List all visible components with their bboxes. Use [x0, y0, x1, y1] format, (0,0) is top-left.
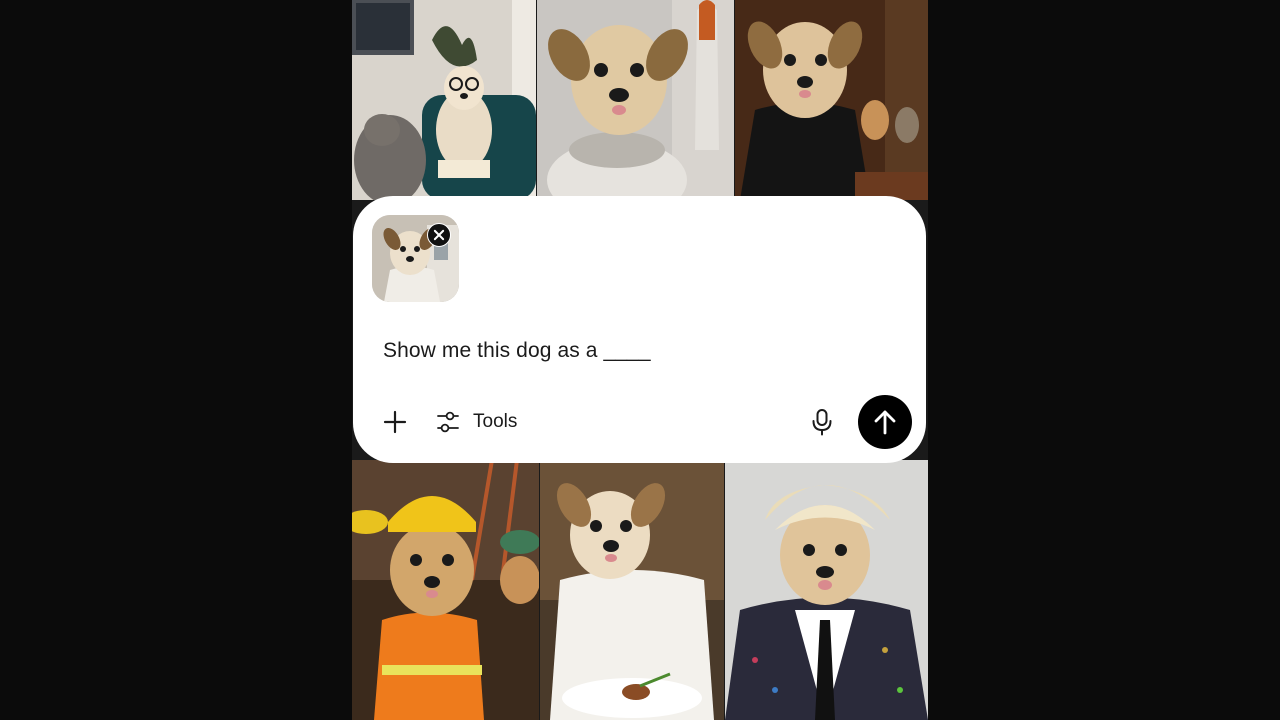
gallery-image-astronaut-dog [537, 0, 734, 200]
close-icon [433, 229, 445, 241]
plus-icon [383, 410, 407, 434]
send-button[interactable] [858, 395, 912, 449]
sliders-icon [437, 411, 459, 433]
arrow-up-icon [874, 410, 896, 435]
gallery-image-judge-dog [735, 0, 928, 200]
gallery-image-chef-dog [540, 460, 724, 720]
remove-attachment-button[interactable] [427, 223, 451, 247]
voice-input-button[interactable] [808, 407, 836, 437]
tools-button[interactable]: Tools [435, 407, 517, 437]
gallery-image-therapist-dog [352, 0, 536, 200]
prompt-composer: Show me this dog as a ____ Tools [353, 196, 926, 463]
tools-label: Tools [473, 411, 518, 432]
microphone-icon [812, 409, 832, 436]
gallery-image-construction-dog [352, 460, 539, 720]
gallery-image-rockstar-dog [725, 460, 928, 720]
prompt-input[interactable]: Show me this dog as a ____ [383, 339, 651, 363]
add-button[interactable] [381, 408, 409, 436]
